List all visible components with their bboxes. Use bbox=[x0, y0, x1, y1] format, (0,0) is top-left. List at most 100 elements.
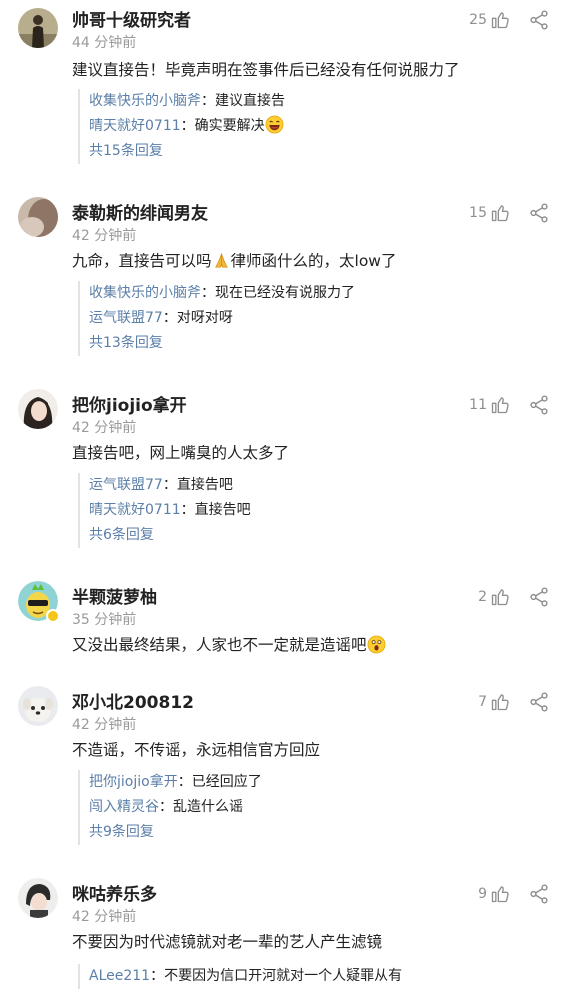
reply-author[interactable]: 运气联盟77 bbox=[89, 477, 163, 493]
thumbs-up-icon bbox=[490, 884, 510, 904]
comment-time: 44 分钟前 bbox=[72, 35, 137, 51]
comment-text-part: 不造谣，不传谣，永远相信官方回应 bbox=[72, 741, 321, 759]
share-icon[interactable] bbox=[528, 691, 550, 713]
like-count: 2 bbox=[478, 589, 487, 605]
avatar[interactable] bbox=[18, 686, 58, 726]
reply-item[interactable]: 把你jiojio拿开：已经回应了 bbox=[89, 770, 262, 795]
comment-text: 直接告吧，网上嘴臭的人太多了 bbox=[72, 441, 289, 463]
comment-time: 42 分钟前 bbox=[72, 717, 137, 733]
surprised-emoji bbox=[367, 635, 386, 654]
thumbs-up-icon bbox=[490, 395, 510, 415]
reply-preview: 收集快乐的小脑斧：建议直接告 晴天就好0711：确实要解决 共15条回复 bbox=[78, 89, 285, 164]
username[interactable]: 咪咕养乐多 bbox=[72, 880, 157, 905]
like-count: 7 bbox=[478, 694, 487, 710]
verified-badge-icon bbox=[46, 609, 60, 623]
reply-separator: ： bbox=[201, 93, 215, 109]
reply-author[interactable]: 闯入精灵谷 bbox=[89, 799, 159, 815]
reply-author[interactable]: ALee211 bbox=[89, 968, 150, 984]
comment-time: 42 分钟前 bbox=[72, 228, 137, 244]
comment-text: 不造谣，不传谣，永远相信官方回应 bbox=[72, 738, 320, 760]
reply-item[interactable]: 运气联盟77：直接告吧 bbox=[89, 473, 251, 498]
like-button[interactable]: 9 bbox=[478, 884, 510, 904]
thumbs-up-icon bbox=[490, 587, 510, 607]
username[interactable]: 邓小北200812 bbox=[72, 688, 194, 713]
reply-author[interactable]: 收集快乐的小脑斧 bbox=[89, 285, 201, 301]
comment-text-part: 九命，直接告可以吗 bbox=[72, 252, 212, 270]
avatar[interactable] bbox=[18, 878, 58, 918]
username[interactable]: 半颗菠萝柚 bbox=[72, 583, 157, 608]
reply-author[interactable]: 把你jiojio拿开 bbox=[89, 774, 178, 790]
share-icon[interactable] bbox=[528, 883, 550, 905]
avatar[interactable] bbox=[18, 197, 58, 237]
comment-text-part: 直接告吧，网上嘴臭的人太多了 bbox=[72, 444, 290, 462]
like-button[interactable]: 7 bbox=[478, 692, 510, 712]
reply-item[interactable]: 晴天就好0711：确实要解决 bbox=[89, 114, 285, 139]
reply-item[interactable]: 晴天就好0711：直接告吧 bbox=[89, 498, 251, 523]
reply-preview: 收集快乐的小脑斧：现在已经没有说服力了 运气联盟77：对呀对呀 共13条回复 bbox=[78, 281, 355, 356]
comment-time: 42 分钟前 bbox=[72, 909, 137, 925]
reply-text: 确实要解决 bbox=[194, 118, 265, 134]
comment-text: 不要因为时代滤镜就对老一辈的艺人产生滤镜 bbox=[72, 930, 382, 952]
like-button[interactable]: 2 bbox=[478, 587, 510, 607]
reply-separator: ： bbox=[201, 285, 215, 301]
thumbs-up-icon bbox=[490, 692, 510, 712]
comment-text: 建议直接告！毕竟声明在签事件后已经没有任何说服力了 bbox=[72, 58, 460, 80]
reply-text: 直接告吧 bbox=[194, 502, 251, 518]
reply-text: 直接告吧 bbox=[176, 477, 233, 493]
username[interactable]: 帅哥十级研究者 bbox=[72, 6, 191, 31]
thumbs-up-icon bbox=[490, 203, 510, 223]
like-count: 9 bbox=[478, 886, 487, 902]
view-more-replies[interactable]: 共13条回复 bbox=[89, 331, 355, 356]
comment-text: 又没出最终结果，人家也不一定就是造谣吧 bbox=[72, 633, 386, 655]
comment-text-part: 又没出最终结果，人家也不一定就是造谣吧 bbox=[72, 636, 367, 654]
view-more-replies[interactable]: 共6条回复 bbox=[89, 523, 251, 548]
reply-separator: ： bbox=[150, 968, 165, 984]
like-button[interactable]: 25 bbox=[469, 10, 510, 30]
comment-text-part: 律师函什么的，太low了 bbox=[230, 252, 397, 270]
reply-item[interactable]: 运气联盟77：对呀对呀 bbox=[89, 306, 355, 331]
share-icon[interactable] bbox=[528, 586, 550, 608]
comment-text: 九命，直接告可以吗 律师函什么的，太low了 bbox=[72, 249, 396, 271]
pray-emoji bbox=[212, 251, 231, 270]
username[interactable]: 把你jiojio拿开 bbox=[72, 391, 187, 416]
reply-author[interactable]: 晴天就好0711 bbox=[89, 502, 181, 518]
reply-item[interactable]: 收集快乐的小脑斧：建议直接告 bbox=[89, 89, 285, 114]
like-count: 11 bbox=[469, 397, 487, 413]
like-button[interactable]: 11 bbox=[469, 395, 510, 415]
avatar[interactable] bbox=[18, 581, 60, 623]
view-more-replies[interactable]: 共9条回复 bbox=[89, 820, 262, 845]
reply-item[interactable]: 闯入精灵谷：乱造什么谣 bbox=[89, 795, 262, 820]
share-icon[interactable] bbox=[528, 394, 550, 416]
avatar[interactable] bbox=[18, 389, 58, 429]
username[interactable]: 泰勒斯的绯闻男友 bbox=[72, 199, 208, 224]
reply-author[interactable]: 运气联盟77 bbox=[89, 310, 163, 326]
comment-time: 42 分钟前 bbox=[72, 420, 137, 436]
reply-text: 建议直接告 bbox=[215, 93, 285, 109]
share-icon[interactable] bbox=[528, 9, 550, 31]
reply-text: 乱造什么谣 bbox=[173, 799, 243, 815]
comment-text-part: 不要因为时代滤镜就对老一辈的艺人产生滤镜 bbox=[72, 933, 383, 951]
reply-text: 现在已经没有说服力了 bbox=[215, 285, 355, 301]
view-more-replies[interactable]: 共15条回复 bbox=[89, 139, 285, 164]
share-icon[interactable] bbox=[528, 202, 550, 224]
reply-preview: 把你jiojio拿开：已经回应了 闯入精灵谷：乱造什么谣 共9条回复 bbox=[78, 770, 262, 845]
thumbs-up-icon bbox=[490, 10, 510, 30]
reply-item[interactable]: 收集快乐的小脑斧：现在已经没有说服力了 bbox=[89, 281, 355, 306]
reply-separator: ： bbox=[177, 774, 192, 790]
comment-text-part: 建议直接告！毕竟声明在签事件后已经没有任何说服力了 bbox=[72, 61, 460, 79]
reply-text: 已经回应了 bbox=[191, 774, 262, 790]
reply-separator: ： bbox=[180, 502, 195, 518]
reply-separator: ： bbox=[162, 310, 177, 326]
reply-separator: ： bbox=[162, 477, 177, 493]
reply-item[interactable]: ALee211：不要因为信口开河就对一个人疑罪从有 bbox=[89, 964, 402, 989]
like-count: 25 bbox=[469, 12, 487, 28]
comment-time: 35 分钟前 bbox=[72, 612, 137, 628]
avatar[interactable] bbox=[18, 8, 58, 48]
reply-author[interactable]: 晴天就好0711 bbox=[89, 118, 181, 134]
like-count: 15 bbox=[469, 205, 487, 221]
reply-text: 不要因为信口开河就对一个人疑罪从有 bbox=[164, 968, 403, 984]
reply-preview: 运气联盟77：直接告吧 晴天就好0711：直接告吧 共6条回复 bbox=[78, 473, 251, 548]
reply-separator: ： bbox=[159, 799, 173, 815]
like-button[interactable]: 15 bbox=[469, 203, 510, 223]
reply-author[interactable]: 收集快乐的小脑斧 bbox=[89, 93, 201, 109]
